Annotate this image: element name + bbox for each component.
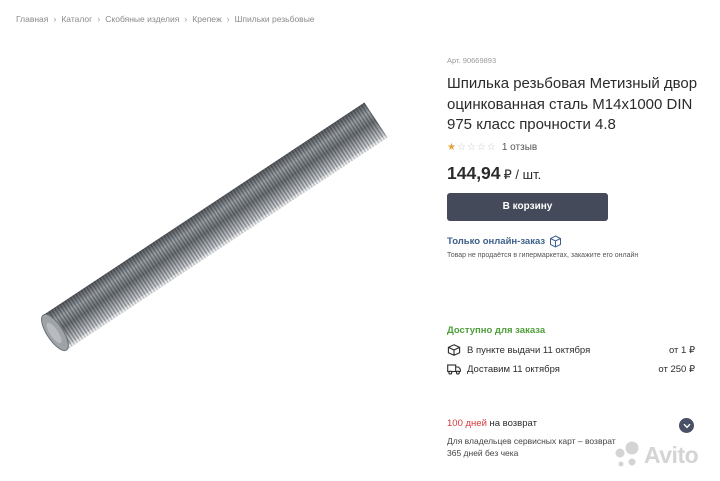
star-empty-icon: ☆ (456, 141, 466, 153)
return-note: Для владельцев сервисных карт – возврат … (447, 436, 616, 458)
chevron-right-icon: › (97, 14, 101, 24)
add-to-cart-button[interactable]: В корзину (447, 192, 608, 221)
delivery-row: Доставим 11 октября от 250 ₽ (447, 363, 695, 375)
chevron-right-icon: › (53, 14, 57, 24)
delivery-price: от 250 ₽ (658, 363, 695, 375)
pickup-row: В пункте выдачи 11 октября от 1 ₽ (447, 344, 695, 356)
return-days: 100 дней (447, 418, 487, 429)
breadcrumb-home[interactable]: Главная (16, 14, 48, 24)
expand-return-button[interactable] (679, 418, 694, 433)
star-empty-icon: ☆ (476, 141, 486, 153)
product-image[interactable] (40, 90, 395, 410)
price-block: 144,94 ₽ / шт. (447, 163, 705, 184)
chevron-right-icon: › (226, 14, 230, 24)
star-empty-icon: ☆ (486, 141, 496, 153)
return-text: на возврат (489, 418, 537, 429)
pickup-box-icon (447, 344, 461, 356)
pickup-label: В пункте выдачи 11 октября (467, 344, 591, 356)
avito-watermark: Avito (612, 440, 699, 470)
online-only-row: Только онлайн-заказ (447, 234, 705, 248)
product-rating[interactable]: ★ ☆ ☆ ☆ ☆ 1 отзыв (447, 142, 705, 154)
avito-logo-icon (615, 441, 639, 467)
delivery-truck-icon (447, 363, 461, 375)
watermark-text: Avito (644, 441, 699, 468)
online-only-label: Только онлайн-заказ (447, 235, 546, 247)
online-only-note: Товар не продаётся в гипермаркетах, зака… (447, 251, 639, 259)
star-empty-icon: ☆ (466, 141, 476, 153)
page-title: Шпилька резьбовая Метизный двор оцинкова… (447, 75, 698, 133)
breadcrumb: Главная › Каталог › Скобяные изделия › К… (16, 14, 315, 24)
chevron-down-icon (682, 423, 691, 428)
product-sku: Арт. 90669893 (447, 56, 497, 65)
cube-info-icon[interactable] (549, 234, 562, 248)
breadcrumb-hardware[interactable]: Скобяные изделия (105, 14, 179, 24)
breadcrumb-catalog[interactable]: Каталог (61, 14, 92, 24)
rating-stars: ★ ☆ ☆ ☆ ☆ (447, 142, 497, 154)
price-unit: ₽ / шт. (503, 166, 542, 182)
breadcrumb-threaded-rods[interactable]: Шпильки резьбовые (235, 14, 315, 24)
reviews-link[interactable]: 1 отзыв (502, 142, 537, 153)
chevron-right-icon: › (184, 14, 188, 24)
availability-label: Доступно для заказа (447, 325, 546, 336)
breadcrumb-fasteners[interactable]: Крепеж (192, 14, 221, 24)
price-value: 144,94 (447, 162, 501, 183)
star-filled-icon: ★ (447, 141, 456, 153)
pickup-price: от 1 ₽ (668, 344, 695, 356)
return-title: 100 дней на возврат (447, 418, 537, 429)
product-info: Арт. 90669893 Шпилька резьбовая Метизный… (447, 56, 705, 259)
delivery-label: Доставим 11 октября (467, 363, 560, 375)
